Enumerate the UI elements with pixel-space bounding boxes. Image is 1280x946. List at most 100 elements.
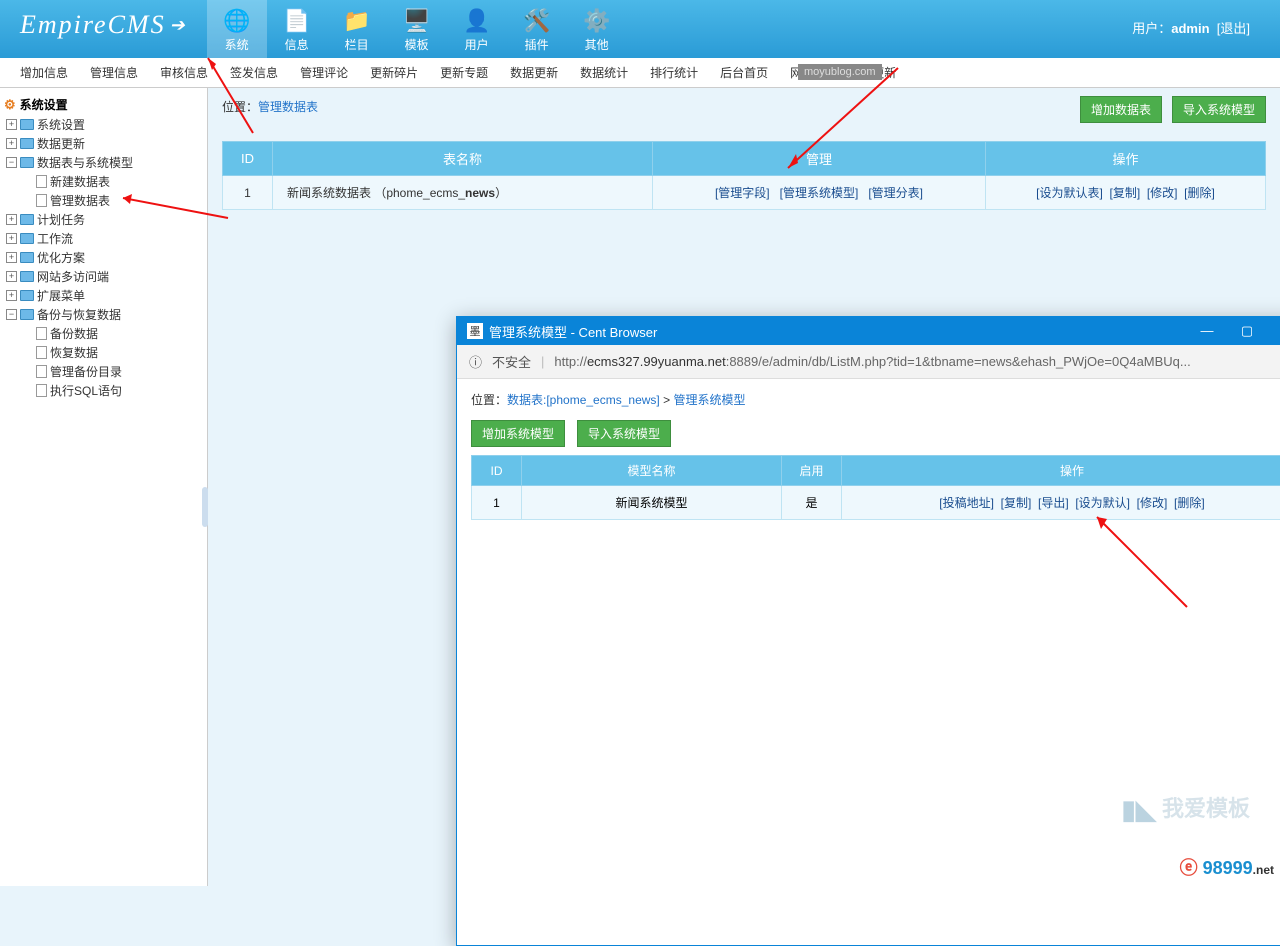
th-id: ID: [472, 456, 522, 486]
file-icon: [36, 384, 47, 397]
th-ops: 操作: [842, 456, 1280, 486]
subnav-item[interactable]: 数据统计: [580, 64, 628, 81]
user-icon: 👤: [462, 6, 492, 36]
user-info: 用户：admin [退出]: [1132, 18, 1250, 37]
table-row: 1 新闻系统模型 是 [投稿地址] [复制] [导出] [设为默认] [修改] …: [472, 486, 1280, 520]
folder-icon: 📁: [342, 6, 372, 36]
maximize-button[interactable]: ▢: [1227, 323, 1267, 339]
watermark-text: ▮◣ 我爱模板: [1122, 791, 1250, 826]
set-default-link[interactable]: [设为默认]: [1075, 496, 1130, 510]
tree-item[interactable]: − 备份与恢复数据: [4, 305, 203, 324]
tree-item[interactable]: 备份数据: [4, 324, 203, 343]
tree-item[interactable]: +系统设置: [4, 115, 203, 134]
expand-icon[interactable]: +: [6, 138, 17, 149]
subnav-item[interactable]: 更新碎片: [370, 64, 418, 81]
subnav-item[interactable]: 签发信息: [230, 64, 278, 81]
manage-sub-link[interactable]: [管理分表]: [868, 186, 923, 200]
tree-root[interactable]: ⚙系统设置: [4, 94, 203, 115]
crumb-table-link[interactable]: 数据表:[phome_ecms_news]: [507, 393, 660, 407]
nav-other[interactable]: ⚙️其他: [567, 0, 627, 58]
tree-label: 备份数据: [50, 325, 98, 342]
edit-link[interactable]: [修改]: [1137, 496, 1168, 510]
tree-label: 备份与恢复数据: [37, 306, 121, 323]
data-table: ID 表名称 管理 操作 1 新闻系统数据表 （phome_ecms_news）…: [222, 141, 1266, 210]
file-icon: 📄: [282, 6, 312, 36]
subnav-item[interactable]: 后台首页: [720, 64, 768, 81]
nav-template[interactable]: 🖥️模板: [387, 0, 447, 58]
subnav-item[interactable]: 审核信息: [160, 64, 208, 81]
expand-icon[interactable]: +: [6, 233, 17, 244]
table-row: 1 新闻系统数据表 （phome_ecms_news） [管理字段] [管理系统…: [223, 176, 1266, 210]
manage-fields-link[interactable]: [管理字段]: [715, 186, 770, 200]
subnav-item[interactable]: 排行统计: [650, 64, 698, 81]
expand-icon[interactable]: +: [6, 214, 17, 225]
edit-link[interactable]: [修改]: [1147, 186, 1178, 200]
expand-icon[interactable]: +: [6, 119, 17, 130]
cell-ops: [投稿地址] [复制] [导出] [设为默认] [修改] [删除]: [842, 486, 1280, 520]
expand-icon[interactable]: +: [6, 290, 17, 301]
th-id: ID: [223, 142, 273, 176]
subnav-item[interactable]: 数据更新: [510, 64, 558, 81]
subnav-item[interactable]: 管理信息: [90, 64, 138, 81]
file-icon: [36, 194, 47, 207]
url-text: http://ecms327.99yuanma.net:8889/e/admin…: [554, 354, 1190, 369]
folder-icon: [20, 271, 34, 282]
tree-item[interactable]: +网站多访问端: [4, 267, 203, 286]
subnav-item[interactable]: 管理评论: [300, 64, 348, 81]
nav-column[interactable]: 📁栏目: [327, 0, 387, 58]
splitter-handle[interactable]: [202, 487, 208, 527]
sidebar: ⚙系统设置 +系统设置+数据更新−数据表与系统模型新建数据表管理数据表+计划任务…: [0, 88, 208, 886]
tree-item[interactable]: 管理备份目录: [4, 362, 203, 381]
arrow-icon: ➔: [170, 15, 187, 36]
nav-user[interactable]: 👤用户: [447, 0, 507, 58]
expand-icon[interactable]: +: [6, 252, 17, 263]
tree-item[interactable]: +工作流: [4, 229, 203, 248]
tree-item[interactable]: 管理数据表: [4, 191, 203, 210]
set-default-link[interactable]: [设为默认表]: [1036, 186, 1103, 200]
add-model-button[interactable]: 增加系统模型: [471, 420, 565, 447]
nav-system[interactable]: 🌐系统: [207, 0, 267, 58]
tree-label: 管理备份目录: [50, 363, 122, 380]
tree-label: 恢复数据: [50, 344, 98, 361]
tree-item[interactable]: 恢复数据: [4, 343, 203, 362]
manage-model-link[interactable]: [管理系统模型]: [780, 186, 859, 200]
tree-item[interactable]: −数据表与系统模型: [4, 153, 203, 172]
subnav-item[interactable]: 增加信息: [20, 64, 68, 81]
tree-item[interactable]: +数据更新: [4, 134, 203, 153]
tree-item[interactable]: +优化方案: [4, 248, 203, 267]
import-model-button[interactable]: 导入系统模型: [1172, 96, 1266, 123]
post-addr-link[interactable]: [投稿地址]: [939, 496, 994, 510]
copy-link[interactable]: [复制]: [1109, 186, 1140, 200]
crumb-current-link[interactable]: 管理系统模型: [673, 393, 745, 407]
expand-icon[interactable]: +: [6, 271, 17, 282]
nav-plugin[interactable]: 🛠️插件: [507, 0, 567, 58]
minimize-button[interactable]: —: [1187, 323, 1227, 339]
folder-icon: [20, 252, 34, 263]
breadcrumb-link[interactable]: 管理数据表: [258, 100, 318, 114]
close-button[interactable]: ✕: [1267, 323, 1280, 339]
popup-titlebar[interactable]: 墨 管理系统模型 - Cent Browser — ▢ ✕: [457, 317, 1280, 345]
address-bar[interactable]: ⓘ 不安全 | http://ecms327.99yuanma.net:8889…: [457, 345, 1280, 379]
tree-item[interactable]: +计划任务: [4, 210, 203, 229]
insecure-label: 不安全: [492, 352, 531, 371]
expand-icon[interactable]: −: [6, 157, 17, 168]
tree-item[interactable]: +扩展菜单: [4, 286, 203, 305]
copy-link[interactable]: [复制]: [1001, 496, 1032, 510]
import-model-button[interactable]: 导入系统模型: [577, 420, 671, 447]
cell-name: 新闻系统数据表 （phome_ecms_news）: [273, 176, 653, 210]
export-link[interactable]: [导出]: [1038, 496, 1069, 510]
subnav-item[interactable]: 更新专题: [440, 64, 488, 81]
delete-link[interactable]: [删除]: [1184, 186, 1215, 200]
sub-nav: 增加信息 管理信息 审核信息 签发信息 管理评论 更新碎片 更新专题 数据更新 …: [0, 58, 1280, 88]
nav-info[interactable]: 📄信息: [267, 0, 327, 58]
tree-item[interactable]: 新建数据表: [4, 172, 203, 191]
gear-icon: ⚙: [4, 97, 16, 113]
logout-link[interactable]: [退出]: [1217, 21, 1250, 36]
tree-item[interactable]: 执行SQL语句: [4, 381, 203, 400]
folder-icon: [20, 157, 34, 168]
expand-icon[interactable]: −: [6, 309, 17, 320]
info-icon: ⓘ: [469, 352, 482, 371]
globe-icon: 🌐: [222, 6, 252, 36]
delete-link[interactable]: [删除]: [1174, 496, 1205, 510]
add-table-button[interactable]: 增加数据表: [1080, 96, 1162, 123]
